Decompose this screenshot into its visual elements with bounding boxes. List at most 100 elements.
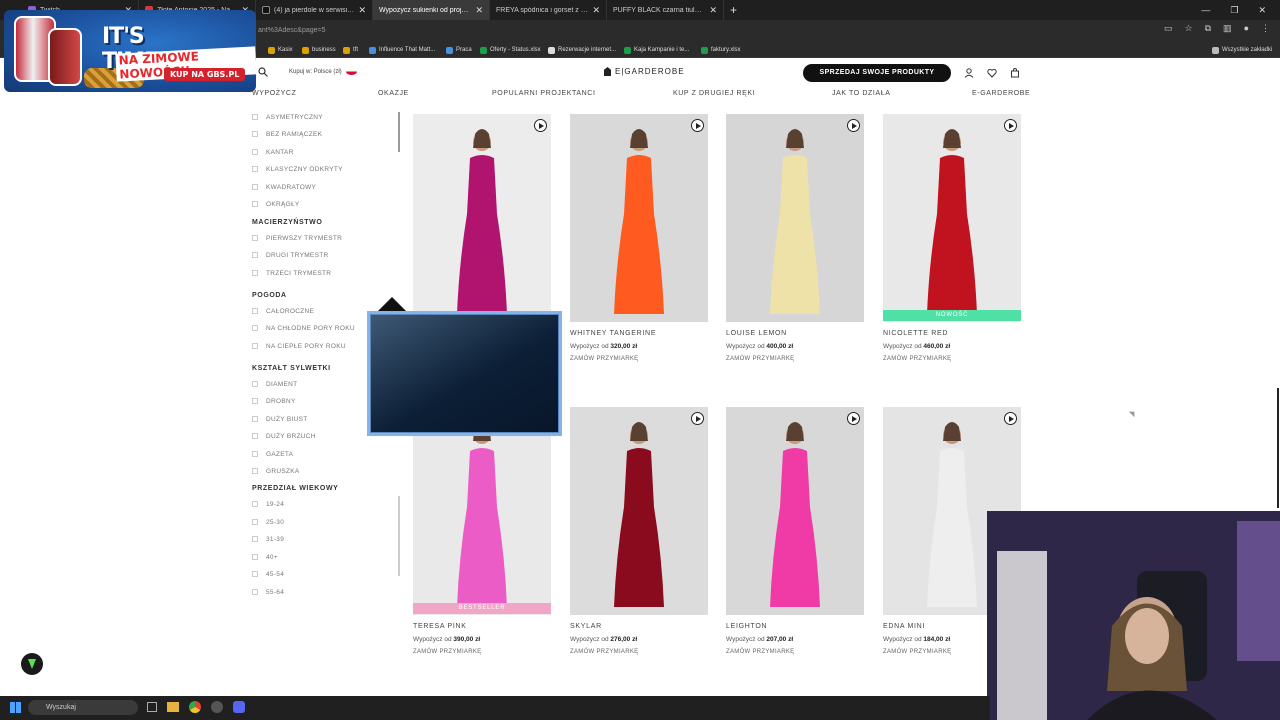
product-image[interactable] — [726, 114, 864, 322]
filter-option[interactable]: 31-39 — [252, 534, 284, 544]
app-icon[interactable] — [211, 701, 223, 713]
filter-heading-age[interactable]: PRZEDZIAŁ WIEKOWY — [252, 485, 338, 492]
bookmark[interactable]: business — [302, 42, 336, 58]
order-fitting-link[interactable]: ZAMÓW PRZYMIARKĘ — [570, 356, 638, 362]
maximize-icon[interactable]: ❐ — [1230, 5, 1238, 16]
checkbox[interactable] — [252, 451, 258, 457]
filter-option[interactable]: DRUGI TRYMESTR — [252, 250, 328, 260]
sell-products-button[interactable]: SPRZEDAJ SWOJE PRODUKTY — [803, 64, 951, 82]
product-image[interactable] — [883, 114, 1021, 322]
filter-option[interactable]: ASYMETRYCZNY — [252, 112, 323, 122]
heart-icon[interactable] — [987, 68, 997, 78]
site-logo[interactable]: E|GARDEROBE — [604, 67, 685, 76]
product-name[interactable]: EDNA MINI — [883, 623, 925, 630]
checkbox[interactable] — [252, 235, 258, 241]
filter-option[interactable]: 45-54 — [252, 569, 284, 579]
order-fitting-link[interactable]: ZAMÓW PRZYMIARKĘ — [726, 649, 794, 655]
bookmark[interactable]: Kasix — [268, 42, 293, 58]
nav-item-rent[interactable]: WYPOŻYCZ — [252, 90, 296, 97]
chrome-icon[interactable] — [189, 701, 201, 713]
checkbox[interactable] — [252, 252, 258, 258]
play-video-icon[interactable] — [691, 119, 704, 132]
file-explorer-icon[interactable] — [167, 702, 179, 712]
product-image[interactable] — [413, 114, 551, 322]
filter-heading-maternity[interactable]: MACIERZYŃSTWO — [252, 219, 322, 226]
close-icon[interactable]: ✕ — [358, 5, 366, 16]
order-fitting-link[interactable]: ZAMÓW PRZYMIARKĘ — [570, 649, 638, 655]
filter-option[interactable]: 19-24 — [252, 499, 284, 509]
product-name[interactable]: LOUISE LEMON — [726, 330, 787, 337]
bookmark[interactable]: faktury.xlsx — [701, 42, 741, 58]
bookmark[interactable]: Praca — [446, 42, 472, 58]
order-fitting-link[interactable]: ZAMÓW PRZYMIARKĘ — [883, 649, 951, 655]
close-icon[interactable]: ✕ — [475, 5, 483, 16]
filter-option[interactable]: TRZECI TRYMESTR — [252, 268, 331, 278]
checkbox[interactable] — [252, 519, 258, 525]
filter-option[interactable]: CAŁOROCZNE — [252, 306, 314, 316]
url-field[interactable]: ant%3Adesc&page=5 — [250, 23, 1150, 39]
checkbox[interactable] — [252, 270, 258, 276]
chat-widget-icon[interactable] — [21, 653, 43, 675]
checkbox[interactable] — [252, 114, 258, 120]
window-close-icon[interactable]: ✕ — [1258, 5, 1266, 16]
product-image[interactable] — [413, 407, 551, 615]
checkbox[interactable] — [252, 166, 258, 172]
play-video-icon[interactable] — [534, 119, 547, 132]
checkbox[interactable] — [252, 433, 258, 439]
nav-item-occasions[interactable]: OKAZJE — [378, 90, 409, 97]
filter-option[interactable]: DUŻY BRZUCH — [252, 431, 316, 441]
filter-option[interactable]: 55-64 — [252, 587, 284, 597]
filter-option[interactable]: OKRĄGŁY — [252, 199, 300, 209]
browser-tab-active[interactable]: Wypożycz sukienki od projekta ✕ — [373, 0, 490, 20]
filter-scrollbar[interactable] — [398, 112, 400, 152]
checkbox[interactable] — [252, 398, 258, 404]
bookmark[interactable]: Oferty - Status.xlsx — [480, 42, 541, 58]
filter-option[interactable]: DROBNY — [252, 396, 296, 406]
discord-icon[interactable] — [233, 701, 245, 713]
filter-option[interactable]: 40+ — [252, 552, 278, 562]
browser-tab[interactable]: (4) ja pierdole w serwisie X: Jus✕ — [256, 0, 373, 20]
order-fitting-link[interactable]: ZAMÓW PRZYMIARKĘ — [883, 356, 951, 362]
bookmark[interactable]: tft — [343, 42, 358, 58]
filter-option[interactable]: NA CIEPŁE PORY ROKU — [252, 341, 346, 351]
search-icon[interactable] — [258, 67, 268, 77]
shipping-selector[interactable]: Kupuj w: Polsce (zł) — [289, 68, 357, 75]
checkbox[interactable] — [252, 184, 258, 190]
filter-heading-shape[interactable]: KSZTAŁT SYLWETKI — [252, 365, 331, 372]
more-icon[interactable]: ⋮ — [1261, 23, 1270, 34]
filter-option[interactable]: 25-30 — [252, 517, 284, 527]
new-tab-icon[interactable]: + — [724, 3, 743, 17]
filter-heading-weather[interactable]: POGODA — [252, 292, 287, 299]
filter-option[interactable]: GRUSZKA — [252, 466, 300, 476]
filter-option[interactable]: DUŻY BIUST — [252, 414, 308, 424]
product-name[interactable]: NICOLETTE RED — [883, 330, 948, 337]
play-video-icon[interactable] — [847, 119, 860, 132]
product-image[interactable] — [726, 407, 864, 615]
product-image[interactable] — [570, 407, 708, 615]
nav-item-how-it-works[interactable]: JAK TO DZIAŁA — [832, 90, 891, 97]
play-video-icon[interactable] — [691, 412, 704, 425]
play-video-icon[interactable] — [1004, 119, 1017, 132]
extensions-icon[interactable]: ⧉ — [1205, 23, 1211, 34]
product-name[interactable]: TERESA PINK — [413, 623, 467, 630]
product-name[interactable]: SKYLAR — [570, 623, 602, 630]
bookmark[interactable]: Influence That Matt... — [369, 42, 435, 58]
checkbox[interactable] — [252, 149, 258, 155]
checkbox[interactable] — [252, 381, 258, 387]
filter-option[interactable]: NA CHŁODNE PORY ROKU — [252, 323, 355, 333]
play-video-icon[interactable] — [847, 412, 860, 425]
checkbox[interactable] — [252, 536, 258, 542]
filter-option[interactable]: KWADRATOWY — [252, 182, 316, 192]
minimize-icon[interactable]: — — [1201, 5, 1210, 16]
checkbox[interactable] — [252, 325, 258, 331]
checkbox[interactable] — [252, 131, 258, 137]
checkbox[interactable] — [252, 416, 258, 422]
cast-icon[interactable]: ▭ — [1164, 23, 1173, 34]
close-icon[interactable]: ✕ — [709, 5, 717, 16]
checkbox[interactable] — [252, 308, 258, 314]
order-fitting-link[interactable]: ZAMÓW PRZYMIARKĘ — [726, 356, 794, 362]
all-bookmarks[interactable]: Wszystkie zakładki — [1212, 42, 1272, 58]
browser-tab[interactable]: PUFFY BLACK czarna tiulowa s ✕ — [607, 0, 724, 20]
filter-option[interactable]: GAZETA — [252, 449, 293, 459]
star-icon[interactable]: ☆ — [1185, 23, 1193, 34]
